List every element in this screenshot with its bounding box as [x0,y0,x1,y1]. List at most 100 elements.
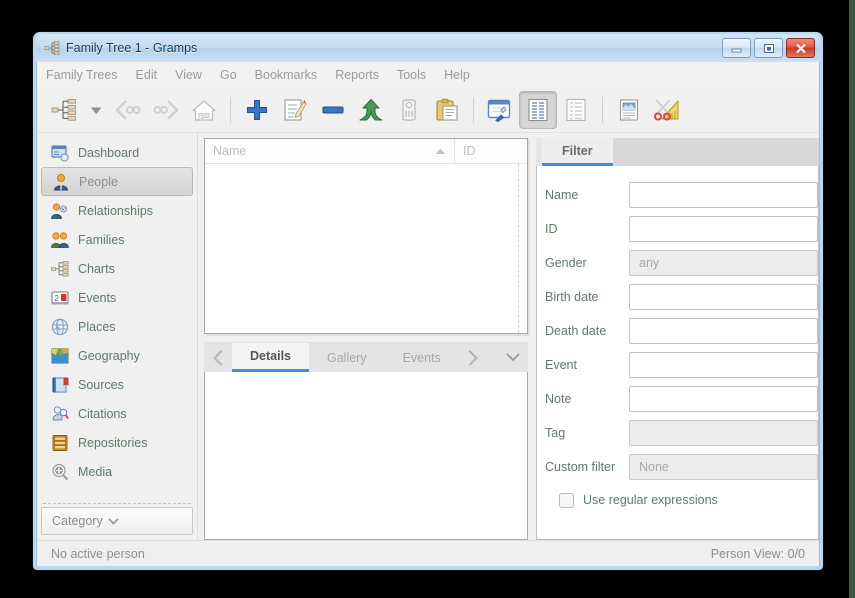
sidebar-item-places[interactable]: Places [41,312,193,341]
status-person-count: Person View: 0/0 [710,546,805,561]
citations-icon [51,405,69,423]
clipboard-icon[interactable] [428,91,466,129]
tab-gallery[interactable]: Gallery [309,343,385,372]
column-header-id[interactable]: ID [455,139,527,163]
filter-label: Name [545,188,579,202]
filter-row-birth-date: Birth date [545,280,818,314]
gramps-window: Family Tree 1 - Gramps Family Trees Edit [33,32,823,570]
title-bar: Family Tree 1 - Gramps [36,34,820,62]
sidebar-item-charts[interactable]: Charts [41,254,193,283]
toolbar-separator-2 [473,97,474,123]
grouped-people-view-button[interactable] [519,91,557,129]
tab-label: Details [250,349,291,363]
filter-note-input[interactable] [629,386,818,412]
configure-view-icon[interactable] [481,91,519,129]
menu-item-view[interactable]: View [175,65,212,85]
tabs-scroll-left-button[interactable] [204,343,232,372]
go-forward-button[interactable] [147,91,185,129]
main-body: Dashboard People Relationships Families … [37,133,819,540]
filter-id-input[interactable] [629,216,818,242]
tab-details[interactable]: Details [232,343,309,372]
minimize-button[interactable] [722,38,751,58]
sidebar-item-people[interactable]: People [41,167,193,196]
menu-item-edit[interactable]: Edit [136,65,168,85]
person-list-view-button[interactable] [557,91,595,129]
menu-item-tools[interactable]: Tools [397,65,436,85]
add-person-button[interactable] [238,91,276,129]
sidebar-item-events[interactable]: 2 Events [41,283,193,312]
merge-arrow-icon[interactable] [352,91,390,129]
tabs-menu-button[interactable] [498,343,528,372]
filter-row-name: Name [545,178,818,212]
filter-birth-date-input[interactable] [629,284,818,310]
person-tree-button[interactable] [45,91,83,129]
places-globe-icon [51,318,69,336]
person-icon [52,173,70,191]
filter-label: ID [545,222,558,236]
remove-person-button[interactable] [314,91,352,129]
home-icon[interactable] [185,91,223,129]
filter-label: Death date [545,324,607,338]
edit-person-button[interactable] [276,91,314,129]
filter-row-regex: Use regular expressions [545,484,818,516]
sidebar-item-label: Places [78,319,116,334]
media-icon [51,463,69,481]
toolbar-separator-3 [602,97,603,123]
filter-label: Tag [545,426,566,440]
filter-custom-filter-select[interactable]: None [629,454,818,480]
column-header-name[interactable]: Name [205,139,455,163]
geography-map-icon [51,347,69,365]
filter-death-date-input[interactable] [629,318,818,344]
maximize-button[interactable] [754,38,783,58]
repositories-icon [51,434,69,452]
details-pane [204,372,528,540]
close-button[interactable] [786,38,815,58]
scissors-ruler-icon[interactable] [648,91,686,129]
menu-item-go[interactable]: Go [220,65,247,85]
use-regular-expressions-checkbox[interactable] [559,492,574,508]
tag-button[interactable] [390,91,428,129]
people-list-body[interactable] [205,164,527,333]
families-icon [51,231,69,249]
sidebar-item-citations[interactable]: Citations [41,399,193,428]
sidebar-item-families[interactable]: Families [41,225,193,254]
tab-filter[interactable]: Filter [542,138,613,166]
sidebar-item-repositories[interactable]: Repositories [41,428,193,457]
sidebar-item-relationships[interactable]: Relationships [41,196,193,225]
category-selector[interactable]: Category [41,507,193,535]
sidebar-item-geography[interactable]: Geography [41,341,193,370]
sidebar-item-label: Relationships [78,203,154,218]
menu-item-family-trees[interactable]: Family Trees [46,65,128,85]
sort-ascending-icon [435,144,446,158]
window-title: Family Tree 1 - Gramps [66,41,198,55]
sidebar-item-sources[interactable]: Sources [41,370,193,399]
filter-name-input[interactable] [629,182,818,208]
filter-tag-select[interactable] [629,420,818,446]
menu-item-help[interactable]: Help [444,65,480,85]
sources-book-icon [51,376,69,394]
menu-item-reports[interactable]: Reports [335,65,389,85]
sidebar-item-label: Families [78,232,125,247]
sidebar-item-label: Events [78,290,117,305]
filter-row-death-date: Death date [545,314,818,348]
tab-events[interactable]: Events [385,343,459,372]
toolbar-separator-1 [230,97,231,123]
column-header-label: ID [463,144,476,158]
list-column-headers: Name ID [205,139,527,164]
toolbar [37,88,819,133]
history-dropdown-button[interactable] [83,91,109,129]
go-back-button[interactable] [109,91,147,129]
people-list-panel: Name ID [204,138,528,334]
status-bar: No active person Person View: 0/0 [37,540,819,566]
sidebar-item-dashboard[interactable]: Dashboard [41,138,193,167]
tabs-scroll-right-button[interactable] [459,343,487,372]
list-vertical-scrollbar[interactable] [518,164,527,333]
filter-event-input[interactable] [629,352,818,378]
sidebar-item-media[interactable]: Media [41,457,193,486]
filter-gender-select[interactable]: any [629,250,818,276]
status-active-person: No active person [51,546,145,561]
menu-item-bookmarks[interactable]: Bookmarks [255,65,328,85]
family-tree-icon [44,40,60,56]
navigation-list: Dashboard People Relationships Families … [37,138,197,499]
reports-button[interactable] [610,91,648,129]
